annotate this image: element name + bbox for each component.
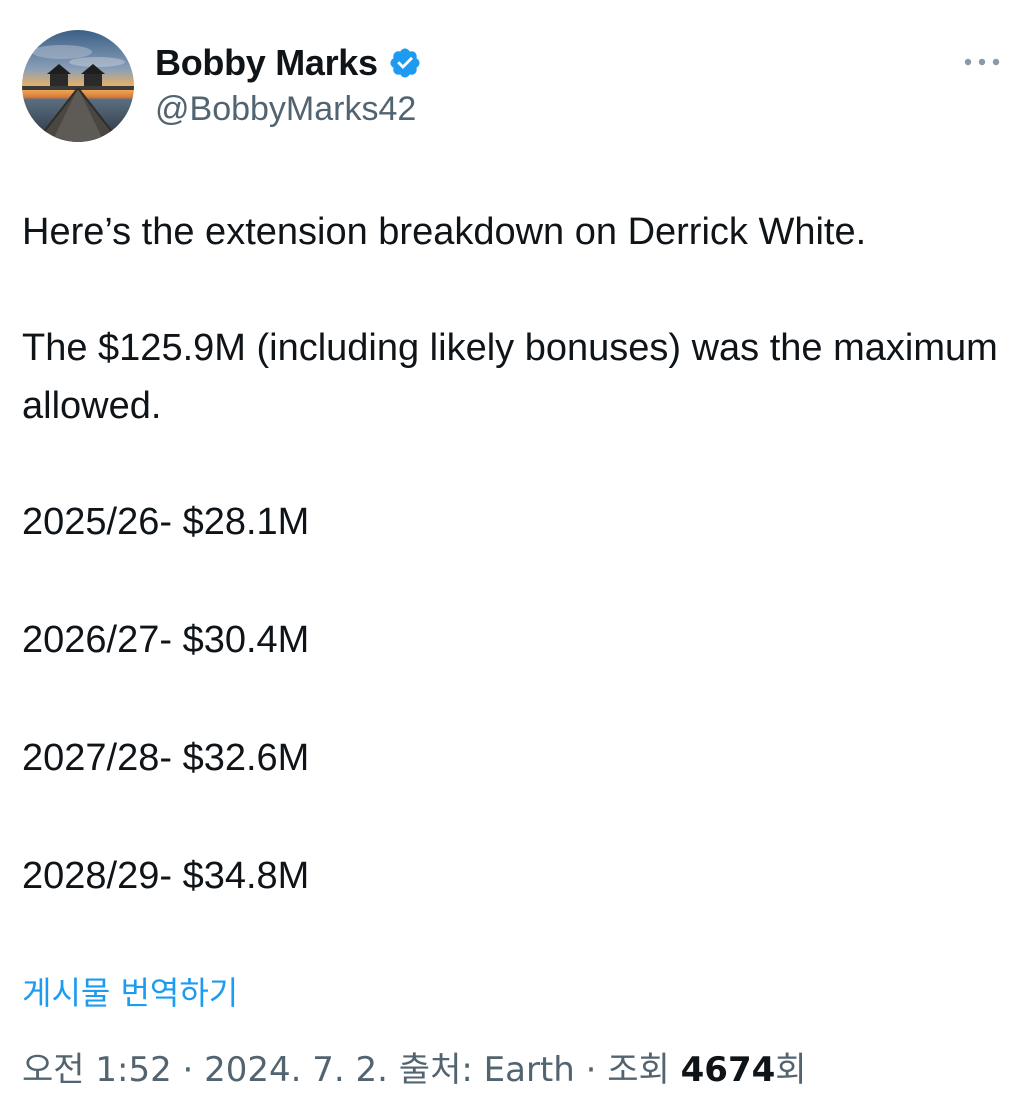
display-name-row: Bobby Marks	[155, 40, 422, 86]
source-prefix: 출처:	[388, 1050, 484, 1090]
timestamp-time[interactable]: 오전 1:52	[22, 1050, 172, 1090]
tweet-meta: 오전 1:52 · 2024. 7. 2. 출처: Earth · 조회 467…	[22, 1042, 807, 1091]
display-name[interactable]: Bobby Marks	[155, 42, 378, 84]
avatar[interactable]	[22, 30, 134, 142]
views-prefix: 조회	[607, 1050, 681, 1090]
tweet-line-total: The $125.9M (including likely bonuses) w…	[22, 327, 998, 427]
views-count[interactable]: 4674	[681, 1050, 776, 1090]
tweet-year-line: 2028/29- $34.8M	[22, 855, 310, 897]
handle[interactable]: @BobbyMarks42	[155, 90, 422, 129]
translate-post-link[interactable]: 게시물 번역하기	[22, 968, 238, 1014]
tweet-year-line: 2026/27- $30.4M	[22, 619, 310, 661]
pier-sunset-photo	[22, 30, 134, 142]
meta-separator: ·	[171, 1050, 205, 1090]
tweet-header: Bobby Marks @BobbyMarks42	[22, 30, 1002, 145]
more-horizontal-icon	[964, 58, 1000, 66]
timestamp-date[interactable]: 2024. 7. 2.	[204, 1050, 388, 1090]
tweet-year-line: 2025/26- $28.1M	[22, 501, 310, 543]
tweet-line-intro: Here’s the extension breakdown on Derric…	[22, 211, 867, 253]
tweet-text: Here’s the extension breakdown on Derric…	[22, 203, 1002, 905]
verified-badge-icon[interactable]	[388, 46, 422, 80]
meta-separator: ·	[574, 1050, 608, 1090]
tweet-year-line: 2027/28- $32.6M	[22, 737, 310, 779]
more-options-button[interactable]	[962, 52, 1002, 72]
source-link[interactable]: Earth	[484, 1050, 575, 1090]
author-names: Bobby Marks @BobbyMarks42	[155, 40, 422, 129]
views-suffix: 회	[775, 1050, 807, 1090]
tweet: Bobby Marks @BobbyMarks42 Here’s the ext…	[0, 0, 1024, 1114]
